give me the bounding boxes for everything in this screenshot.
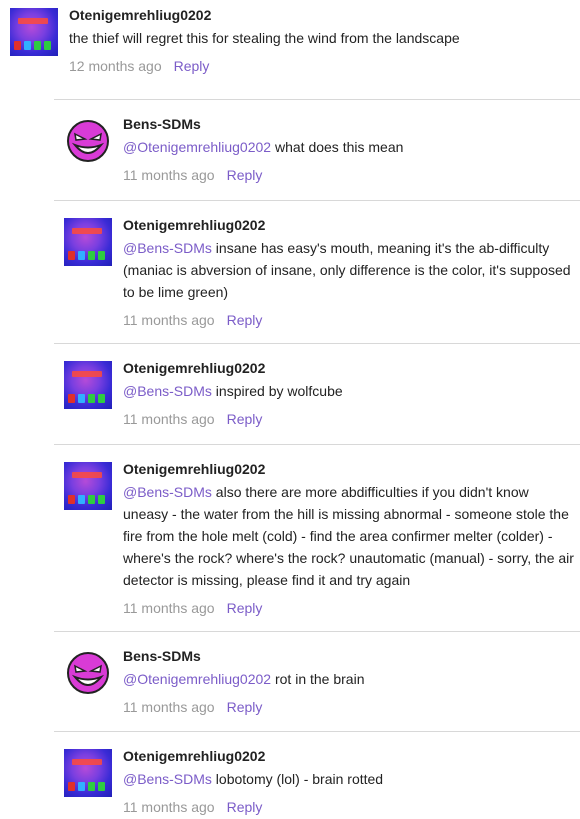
comment-author[interactable]: Otenigemrehliug0202 — [123, 460, 576, 478]
comment-body: rot in the brain — [271, 671, 365, 687]
divider — [54, 444, 580, 445]
reply-button[interactable]: Reply — [227, 699, 263, 715]
comment-timestamp: 11 months ago — [123, 699, 215, 715]
comment-author[interactable]: Bens-SDMs — [123, 647, 576, 665]
reply-button[interactable]: Reply — [227, 312, 263, 328]
comment-text: @Bens-SDMs also there are more abdifficu… — [123, 481, 576, 591]
comment-mention[interactable]: @Otenigemrehliug0202 — [123, 139, 271, 155]
comment-mention[interactable]: @Bens-SDMs — [123, 383, 212, 399]
purple-gradient-avatar-image — [10, 8, 58, 56]
comment-author[interactable]: Otenigemrehliug0202 — [123, 359, 576, 377]
comment-timestamp: 11 months ago — [123, 312, 215, 328]
comment-mention[interactable]: @Otenigemrehliug0202 — [123, 671, 271, 687]
comment-body: the thief will regret this for stealing … — [69, 30, 460, 46]
purple-gradient-avatar-image — [64, 462, 112, 510]
comment-mention[interactable]: @Bens-SDMs — [123, 771, 212, 787]
comment-author[interactable]: Bens-SDMs — [123, 115, 576, 133]
divider — [54, 631, 580, 632]
reply-button[interactable]: Reply — [227, 799, 263, 815]
comment-timestamp: 11 months ago — [123, 411, 215, 427]
avatar[interactable] — [64, 117, 112, 165]
purple-gradient-avatar-image — [64, 749, 112, 797]
comment-mention[interactable]: @Bens-SDMs — [123, 240, 212, 256]
purple-gradient-avatar-image — [64, 361, 112, 409]
comment-timestamp: 11 months ago — [123, 600, 215, 616]
divider — [54, 731, 580, 732]
purple-gradient-avatar-image — [64, 218, 112, 266]
avatar[interactable] — [64, 649, 112, 697]
reply-button[interactable]: Reply — [227, 600, 263, 616]
avatar[interactable] — [64, 462, 112, 510]
divider — [54, 343, 580, 344]
avatar[interactable] — [10, 8, 58, 56]
reply-button[interactable]: Reply — [227, 167, 263, 183]
comment-author[interactable]: Otenigemrehliug0202 — [123, 216, 576, 234]
demon-face-icon — [64, 117, 112, 165]
comment-mention[interactable]: @Bens-SDMs — [123, 484, 212, 500]
comment-author[interactable]: Otenigemrehliug0202 — [69, 6, 576, 24]
reply-button[interactable]: Reply — [174, 58, 210, 74]
reply-button[interactable]: Reply — [227, 411, 263, 427]
comment-body: lobotomy (lol) - brain rotted — [211, 771, 384, 787]
comment-text: @Otenigemrehliug0202 rot in the brain — [123, 668, 576, 690]
comment-author[interactable]: Otenigemrehliug0202 — [123, 747, 576, 765]
divider — [54, 200, 580, 201]
comment-text: @Bens-SDMs inspired by wolfcube — [123, 380, 576, 402]
avatar[interactable] — [64, 218, 112, 266]
demon-face-icon — [64, 649, 112, 697]
avatar[interactable] — [64, 749, 112, 797]
comment-body: what does this mean — [271, 139, 404, 155]
comment-body: inspired by wolfcube — [211, 383, 343, 399]
comment-text: @Otenigemrehliug0202 what does this mean — [123, 136, 576, 158]
divider — [54, 99, 580, 100]
comment-timestamp: 12 months ago — [69, 58, 162, 74]
avatar[interactable] — [64, 361, 112, 409]
comment-timestamp: 11 months ago — [123, 799, 215, 815]
comment-timestamp: 11 months ago — [123, 167, 215, 183]
comment-text: @Bens-SDMs insane has easy's mouth, mean… — [123, 237, 576, 303]
comment-text: @Bens-SDMs lobotomy (lol) - brain rotted — [123, 768, 576, 790]
comment-text: the thief will regret this for stealing … — [69, 27, 576, 49]
